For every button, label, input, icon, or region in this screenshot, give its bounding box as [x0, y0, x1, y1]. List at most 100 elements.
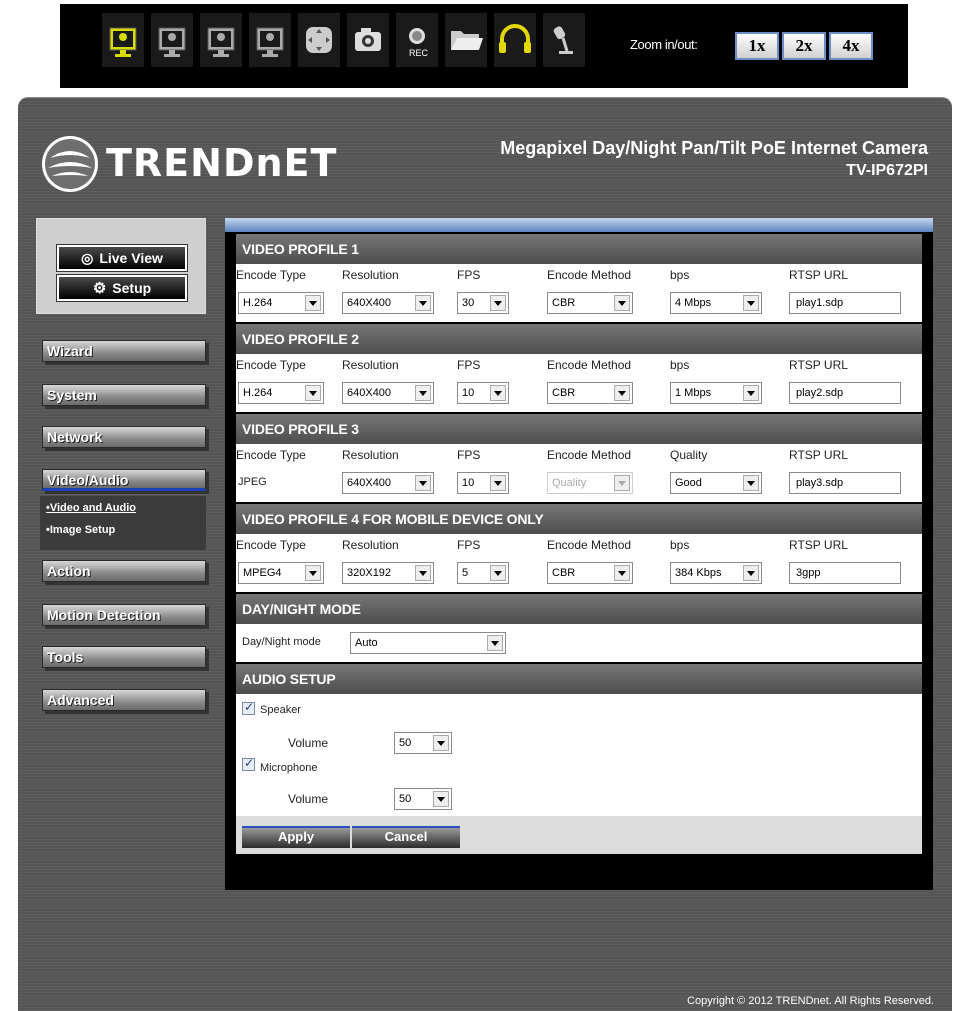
encode-type-select[interactable]: H.264	[238, 382, 324, 404]
video-profile-1: VIDEO PROFILE 1 Encode Type Resolution F…	[236, 234, 922, 322]
snapshot-icon[interactable]	[347, 13, 389, 67]
encode-method-select[interactable]: CBR	[547, 382, 633, 404]
col-bps: bps	[670, 268, 690, 282]
col-bps: bps	[670, 358, 690, 372]
camera-4-icon[interactable]	[249, 13, 291, 67]
nav-wizard[interactable]: Wizard	[42, 340, 206, 362]
camera-2-icon[interactable]	[151, 13, 193, 67]
video-profile-2: VIDEO PROFILE 2 Encode Type Resolution F…	[236, 324, 922, 412]
chevron-down-icon	[614, 565, 630, 581]
chevron-down-icon	[743, 565, 759, 581]
nav-network[interactable]: Network	[42, 426, 206, 448]
microphone-icon[interactable]	[543, 13, 585, 67]
fps-select[interactable]: 10	[457, 382, 509, 404]
fps-select[interactable]: 10	[457, 472, 509, 494]
record-icon[interactable]: REC	[396, 13, 438, 67]
fps-select[interactable]: 30	[457, 292, 509, 314]
submenu-video-and-audio[interactable]: •Video and Audio	[46, 502, 136, 514]
speaker-volume-label: Volume	[288, 736, 329, 750]
chevron-down-icon	[415, 565, 431, 581]
zoom-1x-button[interactable]: 1x	[735, 32, 779, 60]
nav-system[interactable]: System	[42, 384, 206, 406]
speaker-volume-select[interactable]: 50	[394, 732, 452, 754]
view-mode-box: ◎ Live View ⚙ Setup	[36, 218, 206, 314]
setup-button[interactable]: ⚙ Setup	[56, 274, 188, 302]
chevron-down-icon	[415, 475, 431, 491]
nav-video-audio[interactable]: Video/Audio	[42, 469, 206, 491]
chevron-down-icon	[614, 385, 630, 401]
chevron-down-icon	[490, 295, 506, 311]
nav-tools[interactable]: Tools	[42, 646, 206, 668]
rtsp-url-input[interactable]: play3.sdp	[789, 472, 901, 494]
microphone-volume-select[interactable]: 50	[394, 788, 452, 810]
encode-method-select[interactable]: CBR	[547, 562, 633, 584]
encode-type-value: MPEG4	[243, 567, 282, 579]
col-encode-type: Encode Type	[236, 538, 306, 552]
fps-value: 10	[462, 387, 475, 399]
folder-icon[interactable]	[445, 13, 487, 67]
video-profile-3: VIDEO PROFILE 3 Encode Type Resolution F…	[236, 414, 922, 502]
chevron-down-icon	[433, 735, 449, 751]
content-top-bar	[225, 218, 933, 232]
submenu-image-setup[interactable]: •Image Setup	[46, 524, 115, 536]
col-fps: FPS	[457, 448, 481, 462]
settings-content: VIDEO PROFILE 1 Encode Type Resolution F…	[225, 218, 933, 890]
camera-1-icon[interactable]	[102, 13, 144, 67]
encode-method-value: CBR	[552, 297, 576, 309]
chevron-down-icon	[305, 295, 321, 311]
rtsp-url-input[interactable]: play1.sdp	[789, 292, 901, 314]
fps-value: 10	[462, 477, 475, 489]
day-night-select[interactable]: Auto	[350, 632, 506, 654]
col-encode-type: Encode Type	[236, 268, 306, 282]
encode-method-value: CBR	[552, 567, 576, 579]
microphone-volume-label: Volume	[288, 792, 329, 806]
day-night-label: Day/Night mode	[242, 636, 321, 648]
encode-type-select[interactable]: MPEG4	[238, 562, 324, 584]
encode-type-value: JPEG	[238, 476, 267, 488]
bps-select[interactable]: 1 Mbps	[670, 382, 762, 404]
setup-label: Setup	[112, 280, 152, 296]
apply-button[interactable]: Apply	[242, 826, 350, 848]
encode-method-select[interactable]: CBR	[547, 292, 633, 314]
col-encode-method: Encode Method	[547, 538, 632, 552]
rtsp-url-input[interactable]: 3gpp	[789, 562, 901, 584]
speaker-label: Speaker	[260, 704, 301, 716]
day-night-section: DAY/NIGHT MODE Day/Night mode Auto	[236, 594, 922, 662]
quality-select[interactable]: Good	[670, 472, 762, 494]
live-view-label: Live View	[99, 250, 163, 266]
bps-value: 384 Kbps	[675, 567, 722, 579]
chevron-down-icon	[415, 385, 431, 401]
nav-advanced[interactable]: Advanced	[42, 689, 206, 711]
resolution-value: 320X192	[347, 567, 392, 579]
rtsp-url-input[interactable]: play2.sdp	[789, 382, 901, 404]
microphone-label: Microphone	[260, 762, 318, 774]
col-encode-type: Encode Type	[236, 358, 306, 372]
zoom-2x-button[interactable]: 2x	[782, 32, 826, 60]
nav-motion-detection[interactable]: Motion Detection	[42, 604, 206, 626]
cancel-button[interactable]: Cancel	[352, 826, 460, 848]
chevron-down-icon	[614, 295, 630, 311]
bps-select[interactable]: 4 Mbps	[670, 292, 762, 314]
resolution-select[interactable]: 320X192	[342, 562, 434, 584]
camera-3-icon[interactable]	[200, 13, 242, 67]
pan-tilt-icon[interactable]	[298, 13, 340, 67]
chevron-down-icon	[487, 635, 503, 651]
bps-select[interactable]: 384 Kbps	[670, 562, 762, 584]
speaker-checkbox[interactable]	[242, 700, 255, 715]
resolution-select[interactable]: 640X400	[342, 382, 434, 404]
live-view-button[interactable]: ◎ Live View	[56, 244, 188, 272]
microphone-checkbox[interactable]	[242, 756, 255, 771]
resolution-select[interactable]: 640X400	[342, 472, 434, 494]
fps-select[interactable]: 5	[457, 562, 509, 584]
headphones-icon[interactable]	[494, 13, 536, 67]
col-rtsp-url: RTSP URL	[789, 538, 848, 552]
encode-type-select[interactable]: H.264	[238, 292, 324, 314]
zoom-4x-button[interactable]: 4x	[829, 32, 873, 60]
camera-toolbar: REC Zoom in/out: 1x 2x 4x	[60, 4, 908, 88]
resolution-select[interactable]: 640X400	[342, 292, 434, 314]
col-resolution: Resolution	[342, 358, 399, 372]
chevron-down-icon	[305, 385, 321, 401]
nav-action[interactable]: Action	[42, 560, 206, 582]
col-rtsp-url: RTSP URL	[789, 448, 848, 462]
section-title: VIDEO PROFILE 3	[236, 414, 922, 444]
